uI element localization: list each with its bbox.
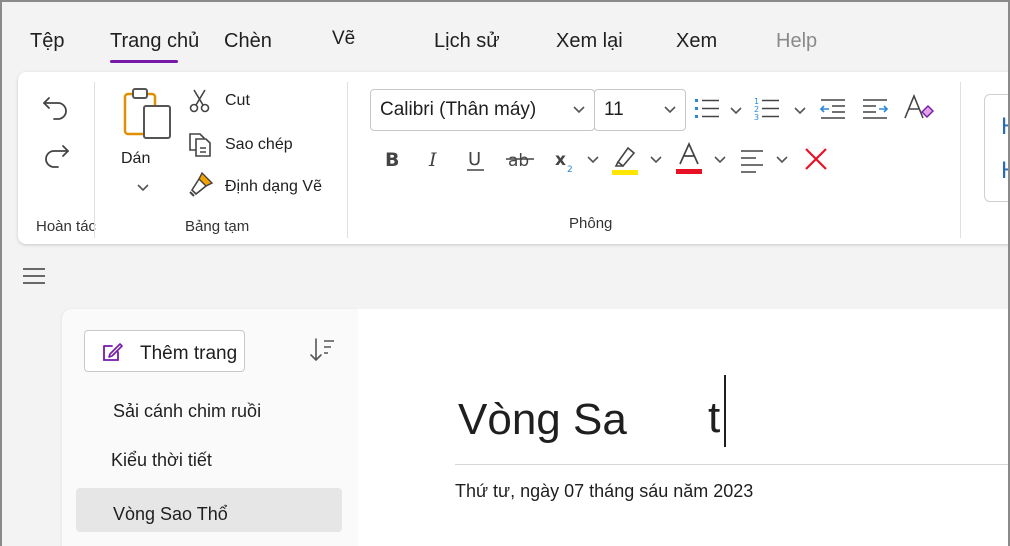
svg-text:I: I xyxy=(428,149,437,171)
svg-text:x: x xyxy=(555,150,566,170)
copy-button[interactable]: Sao chép xyxy=(225,136,293,154)
font-name-dropdown[interactable]: Calibri (Thân máy) xyxy=(370,89,595,131)
clear-all-formatting-icon[interactable] xyxy=(803,146,829,172)
svg-text:B: B xyxy=(385,149,399,171)
highlighter-icon[interactable] xyxy=(610,144,640,176)
paste-chevron-down-icon[interactable] xyxy=(136,182,150,192)
align-left-icon[interactable] xyxy=(738,146,768,174)
font-group-label: Phông xyxy=(569,215,613,232)
tab-file[interactable]: Tệp xyxy=(30,30,64,53)
cut-button[interactable]: Cut xyxy=(225,92,250,110)
paste-button[interactable]: Dán xyxy=(121,150,150,168)
page-item-weather[interactable]: Kiểu thời tiết xyxy=(74,439,340,483)
page-title-tail[interactable]: t xyxy=(708,393,720,443)
bold-icon[interactable]: B xyxy=(382,146,404,172)
bullet-list-chevron-down-icon[interactable] xyxy=(729,105,743,115)
active-tab-indicator xyxy=(110,60,178,63)
ribbon: Hoàn tác Dán Cut Sao chép Định dạng Vẽ B… xyxy=(18,72,1008,244)
page-list-pane: Thêm trang Sải cánh chim ruồi Kiểu thời … xyxy=(62,309,358,546)
add-page-label: Thêm trang xyxy=(140,343,238,364)
tab-history[interactable]: Lịch sử xyxy=(434,30,500,53)
decrease-indent-icon[interactable] xyxy=(818,94,848,124)
numbered-list-chevron-down-icon[interactable] xyxy=(793,105,807,115)
tab-draw[interactable]: Vẽ xyxy=(332,28,355,50)
copy-icon xyxy=(189,133,211,157)
page-item-title: Kiểu thời tiết xyxy=(111,450,212,470)
font-color-chevron-down-icon[interactable] xyxy=(713,154,727,164)
onenote-window: Tệp Trang chủ Chèn Vẽ Lịch sử Xem lại Xe… xyxy=(0,0,1010,546)
title-divider xyxy=(455,464,1008,465)
page-title[interactable]: Vòng Sa xyxy=(458,395,627,445)
style-heading2-preview: H xyxy=(1001,157,1008,185)
ribbon-divider xyxy=(94,82,95,238)
style-heading1-preview: H xyxy=(1001,113,1008,141)
text-cursor xyxy=(724,375,726,447)
numbered-list-icon[interactable]: 1 2 3 xyxy=(752,94,782,124)
note-editor[interactable]: Vòng Sa t Thứ tư, ngày 07 tháng sáu năm … xyxy=(358,309,1008,546)
highlighter-chevron-down-icon[interactable] xyxy=(649,154,663,164)
tab-review[interactable]: Xem lại xyxy=(556,30,623,53)
tab-help[interactable]: Help xyxy=(776,30,817,53)
redo-icon[interactable] xyxy=(40,138,72,170)
underline-icon[interactable]: U xyxy=(464,146,488,174)
subscript-icon[interactable]: x 2 xyxy=(553,146,581,176)
chevron-down-icon xyxy=(664,106,676,114)
clipboard-group-label: Bảng tạm xyxy=(185,218,250,235)
italic-icon[interactable]: I xyxy=(424,146,446,172)
increase-indent-icon[interactable] xyxy=(860,94,890,124)
tab-insert[interactable]: Chèn xyxy=(224,30,272,53)
bullet-list-icon[interactable] xyxy=(692,94,722,124)
font-size-dropdown[interactable]: 11 xyxy=(594,89,686,131)
page-item-saturn-rings[interactable]: Vòng Sao Thổ xyxy=(76,488,342,532)
sort-pages-icon[interactable] xyxy=(308,336,336,364)
page-item-hummingbird[interactable]: Sải cánh chim ruồi xyxy=(76,390,342,434)
styles-gallery[interactable]: H H xyxy=(984,94,1008,202)
paste-icon[interactable] xyxy=(122,86,174,142)
svg-text:U: U xyxy=(468,149,481,170)
svg-text:2: 2 xyxy=(567,165,573,175)
font-color-swatch xyxy=(676,169,702,174)
scissors-icon xyxy=(189,89,210,113)
highlight-color-swatch xyxy=(612,170,638,175)
add-page-icon xyxy=(103,343,123,361)
undo-group-label: Hoàn tác xyxy=(36,218,97,235)
tab-view[interactable]: Xem xyxy=(676,30,717,53)
hamburger-menu-icon[interactable] xyxy=(22,266,46,286)
page-date: Thứ tư, ngày 07 tháng sáu năm 2023 xyxy=(455,481,754,501)
svg-text:3: 3 xyxy=(754,113,759,122)
subscript-chevron-down-icon[interactable] xyxy=(586,154,600,164)
format-painter-icon xyxy=(189,171,214,197)
clear-formatting-icon[interactable] xyxy=(902,92,936,124)
align-chevron-down-icon[interactable] xyxy=(775,154,789,164)
ribbon-divider xyxy=(960,82,961,238)
add-page-button[interactable]: Thêm trang xyxy=(84,330,245,372)
font-size-value: 11 xyxy=(604,99,624,120)
font-color-icon[interactable] xyxy=(674,142,704,176)
page-item-title: Vòng Sao Thổ xyxy=(113,504,228,524)
undo-icon[interactable] xyxy=(40,90,72,122)
chevron-down-icon xyxy=(573,106,585,114)
menu-tabs: Tệp Trang chủ Chèn Vẽ Lịch sử Xem lại Xe… xyxy=(2,2,1008,68)
page-item-title: Sải cánh chim ruồi xyxy=(113,401,262,421)
format-painter-button[interactable]: Định dạng Vẽ xyxy=(225,178,322,196)
ribbon-divider xyxy=(347,82,348,238)
svg-text:ab: ab xyxy=(508,151,529,171)
tab-home[interactable]: Trang chủ xyxy=(110,30,199,53)
font-name-value: Calibri (Thân máy) xyxy=(380,99,537,120)
strikethrough-icon[interactable]: ab xyxy=(506,146,536,172)
